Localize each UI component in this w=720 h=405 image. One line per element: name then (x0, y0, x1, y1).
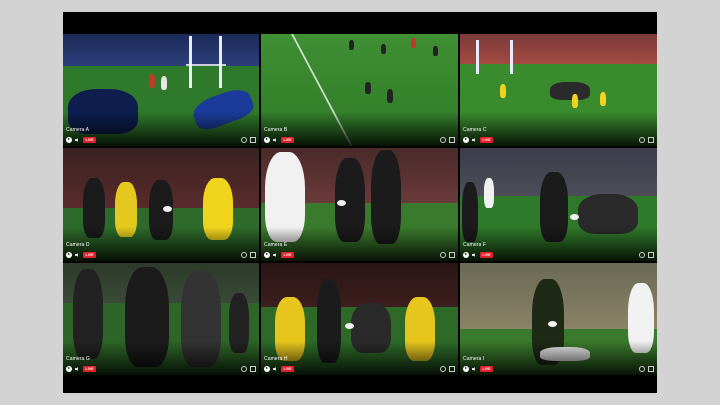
live-badge: LIVE (480, 136, 493, 143)
fullscreen-icon[interactable] (648, 365, 654, 372)
play-icon[interactable] (264, 251, 270, 258)
play-icon[interactable] (66, 365, 72, 372)
camera-tile-c[interactable]: Camera C LIVE (460, 34, 657, 146)
camera-label: Camera F (463, 242, 487, 248)
gear-icon[interactable] (639, 136, 645, 143)
camera-label: Camera G (66, 356, 90, 362)
volume-icon[interactable] (75, 252, 80, 257)
fullscreen-icon[interactable] (449, 365, 455, 372)
volume-icon[interactable] (472, 366, 477, 371)
camera-tile-f[interactable]: Camera F LIVE (460, 148, 657, 261)
fullscreen-icon[interactable] (250, 136, 256, 143)
volume-icon[interactable] (75, 137, 80, 142)
gear-icon[interactable] (241, 136, 247, 143)
volume-icon[interactable] (273, 366, 278, 371)
camera-label: Camera D (66, 242, 90, 248)
gear-icon[interactable] (440, 251, 446, 258)
camera-label: Camera E (264, 242, 288, 248)
live-badge: LIVE (480, 251, 493, 258)
camera-grid: Camera A LIVE Camera B LIVE Camera C LIV… (63, 34, 657, 385)
play-icon[interactable] (463, 365, 469, 372)
camera-tile-h[interactable]: Camera H LIVE (261, 263, 458, 375)
live-badge: LIVE (281, 365, 294, 372)
live-badge: LIVE (83, 136, 96, 143)
live-badge: LIVE (281, 136, 294, 143)
volume-icon[interactable] (273, 137, 278, 142)
gear-icon[interactable] (440, 136, 446, 143)
play-icon[interactable] (264, 365, 270, 372)
volume-icon[interactable] (472, 252, 477, 257)
fullscreen-icon[interactable] (648, 136, 654, 143)
camera-tile-i[interactable]: Camera I LIVE (460, 263, 657, 375)
volume-icon[interactable] (273, 252, 278, 257)
camera-label: Camera I (463, 356, 485, 362)
live-badge: LIVE (83, 251, 96, 258)
camera-tile-d[interactable]: Camera D LIVE (63, 148, 259, 261)
camera-tile-g[interactable]: Camera G LIVE (63, 263, 259, 375)
camera-label: Camera A (66, 127, 90, 133)
camera-label: Camera B (264, 127, 288, 133)
volume-icon[interactable] (472, 137, 477, 142)
play-icon[interactable] (66, 251, 72, 258)
volume-icon[interactable] (75, 366, 80, 371)
fullscreen-icon[interactable] (250, 365, 256, 372)
play-icon[interactable] (66, 136, 72, 143)
gear-icon[interactable] (241, 251, 247, 258)
play-icon[interactable] (463, 136, 469, 143)
fullscreen-icon[interactable] (250, 251, 256, 258)
live-badge: LIVE (83, 365, 96, 372)
camera-wall: Camera A LIVE Camera B LIVE Camera C LIV… (63, 12, 657, 393)
play-icon[interactable] (463, 251, 469, 258)
live-badge: LIVE (480, 365, 493, 372)
camera-tile-e[interactable]: Camera E LIVE (261, 148, 458, 261)
camera-label: Camera H (264, 356, 288, 362)
fullscreen-icon[interactable] (449, 251, 455, 258)
fullscreen-icon[interactable] (449, 136, 455, 143)
gear-icon[interactable] (639, 251, 645, 258)
camera-tile-a[interactable]: Camera A LIVE (63, 34, 259, 146)
gear-icon[interactable] (639, 365, 645, 372)
fullscreen-icon[interactable] (648, 251, 654, 258)
live-badge: LIVE (281, 251, 294, 258)
gear-icon[interactable] (241, 365, 247, 372)
camera-label: Camera C (463, 127, 487, 133)
play-icon[interactable] (264, 136, 270, 143)
gear-icon[interactable] (440, 365, 446, 372)
camera-tile-b[interactable]: Camera B LIVE (261, 34, 458, 146)
